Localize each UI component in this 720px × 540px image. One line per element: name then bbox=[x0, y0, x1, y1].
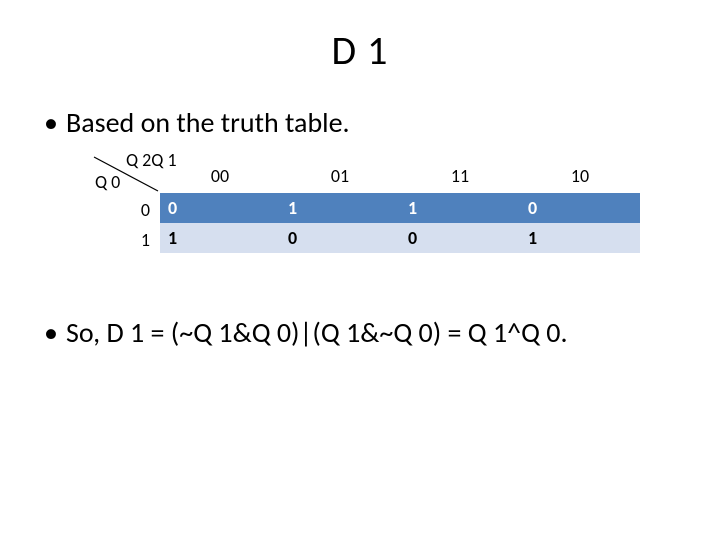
kmap-col-header: 11 bbox=[400, 165, 520, 187]
kmap-cell: 1 bbox=[400, 193, 520, 223]
kmap-cell: 0 bbox=[160, 193, 280, 223]
kmap-col-header: 00 bbox=[160, 165, 280, 187]
kmap-cell: 1 bbox=[280, 193, 400, 223]
kmap-row-headers: 0 1 bbox=[132, 195, 150, 255]
bullet-item-1: Based on the truth table. bbox=[40, 105, 684, 141]
bullet-list-2: So, D 1 = (~Q 1&Q 0)|(Q 1&~Q 0) = Q 1^Q … bbox=[40, 315, 684, 351]
kmap-table: 0 1 1 0 1 0 0 1 bbox=[160, 193, 640, 253]
kmap-col-headers: 00 01 11 10 bbox=[160, 165, 640, 187]
bullet-list: Based on the truth table. bbox=[40, 105, 684, 141]
kmap-col-header: 01 bbox=[280, 165, 400, 187]
kmap-cell: 0 bbox=[520, 193, 640, 223]
kmap: Q 2Q 1 Q 0 00 01 11 10 0 1 0 1 1 0 1 0 0… bbox=[92, 155, 632, 265]
kmap-cell: 1 bbox=[520, 223, 640, 253]
table-row: 1 0 0 1 bbox=[160, 223, 640, 253]
bullet-item-2: So, D 1 = (~Q 1&Q 0)|(Q 1&~Q 0) = Q 1^Q … bbox=[40, 315, 684, 351]
kmap-row-header: 1 bbox=[132, 225, 150, 255]
table-row: 0 1 1 0 bbox=[160, 193, 640, 223]
kmap-row-axis-label: Q 0 bbox=[95, 171, 120, 193]
kmap-row-header: 0 bbox=[132, 195, 150, 225]
kmap-cell: 0 bbox=[280, 223, 400, 253]
slide: D 1 Based on the truth table. Q 2Q 1 Q 0… bbox=[0, 0, 720, 540]
page-title: D 1 bbox=[36, 26, 684, 75]
kmap-col-header: 10 bbox=[520, 165, 640, 187]
kmap-cell: 1 bbox=[160, 223, 280, 253]
kmap-cell: 0 bbox=[400, 223, 520, 253]
